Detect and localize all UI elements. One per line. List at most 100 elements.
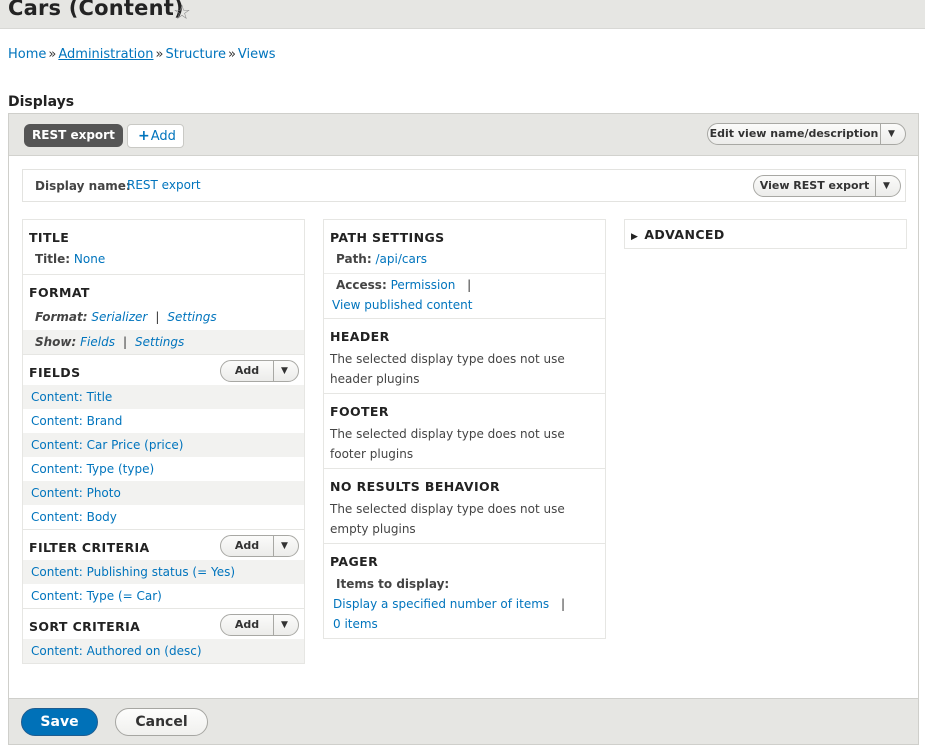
- filter-type-link[interactable]: Content: Type (= Car): [31, 589, 162, 603]
- sort-add-button[interactable]: Add ▼: [220, 614, 299, 636]
- pager-value-row: Display a specified number of items |: [324, 594, 605, 614]
- bucket-pager-heading: PAGER: [330, 554, 379, 569]
- field-item[interactable]: Content: Body: [23, 505, 304, 529]
- field-body-link[interactable]: Content: Body: [31, 510, 117, 524]
- field-item[interactable]: Content: Brand: [23, 409, 304, 433]
- sort-authored-link[interactable]: Content: Authored on (desc): [31, 644, 202, 658]
- field-item[interactable]: Content: Title: [23, 385, 304, 409]
- bucket-footer: FOOTER The selected display type does no…: [323, 393, 606, 468]
- breadcrumb-home[interactable]: Home: [8, 47, 46, 62]
- button-divider: [273, 361, 274, 381]
- bucket-header-heading: HEADER: [330, 329, 390, 344]
- title-row: Title: None: [23, 251, 304, 274]
- chevron-down-icon[interactable]: ▼: [281, 615, 288, 635]
- filter-add-button[interactable]: Add ▼: [220, 535, 299, 557]
- button-divider: [273, 536, 274, 556]
- view-published-content-link[interactable]: View published content: [332, 298, 472, 312]
- pager-type-link[interactable]: Display a specified number of items: [333, 597, 549, 611]
- footer-description: The selected display type does not use f…: [330, 427, 565, 461]
- advanced-toggle[interactable]: ▶ ADVANCED: [624, 219, 907, 249]
- pager-count-row: 0 items: [324, 614, 605, 638]
- star-icon[interactable]: ☆: [173, 0, 191, 24]
- tab-rest-export[interactable]: REST export: [24, 124, 123, 147]
- display-name-row: Display name: REST export View REST expo…: [22, 169, 906, 202]
- bucket-format: FORMAT Format: Serializer | Settings Show:…: [22, 274, 305, 354]
- column-third: ▶ ADVANCED: [624, 219, 907, 249]
- display-name-link[interactable]: REST export: [127, 178, 201, 192]
- form-actions-bar: Save Cancel: [9, 698, 918, 744]
- bucket-footer-heading: FOOTER: [330, 404, 389, 419]
- path-row: Path: /api/cars: [324, 251, 605, 274]
- bucket-path-heading: PATH SETTINGS: [330, 230, 445, 245]
- pipe-separator: |: [122, 335, 128, 349]
- view-rest-export-button[interactable]: View REST export ▼: [753, 175, 901, 197]
- breadcrumb-structure[interactable]: Structure: [165, 47, 225, 62]
- cancel-button[interactable]: Cancel: [115, 708, 208, 736]
- show-fields-link[interactable]: Fields: [80, 335, 115, 349]
- format-label: Format:: [35, 310, 88, 324]
- page-title: Cars (Content): [8, 0, 184, 20]
- bucket-path-settings: PATH SETTINGS Path: /api/cars Access: Pe…: [323, 219, 606, 318]
- column-second: PATH SETTINGS Path: /api/cars Access: Pe…: [323, 219, 606, 639]
- access-row: Access: Permission |: [324, 274, 605, 296]
- path-value-link[interactable]: /api/cars: [375, 252, 427, 266]
- format-serializer-link[interactable]: Serializer: [91, 310, 147, 324]
- path-label: Path:: [336, 252, 372, 266]
- show-settings-link[interactable]: Settings: [135, 335, 184, 349]
- breadcrumb-administration[interactable]: Administration: [58, 47, 153, 62]
- bucket-no-results-heading: NO RESULTS BEHAVIOR: [330, 479, 501, 494]
- title-value-link[interactable]: None: [74, 252, 105, 266]
- no-results-description: The selected display type does not use e…: [330, 502, 565, 536]
- chevron-down-icon[interactable]: ▼: [281, 536, 288, 556]
- chevron-down-icon[interactable]: ▼: [281, 361, 288, 381]
- access-permission-link[interactable]: Permission: [391, 278, 456, 292]
- bucket-title: TITLE Title: None: [22, 219, 305, 274]
- format-settings-link[interactable]: Settings: [167, 310, 216, 324]
- filter-published-link[interactable]: Content: Publishing status (= Yes): [31, 565, 235, 579]
- filter-item[interactable]: Content: Publishing status (= Yes): [23, 560, 304, 584]
- button-divider: [273, 615, 274, 635]
- filter-item[interactable]: Content: Type (= Car): [23, 584, 304, 608]
- pipe-separator: |: [561, 597, 566, 611]
- bucket-format-heading: FORMAT: [29, 285, 90, 300]
- chevron-down-icon[interactable]: ▼: [883, 176, 890, 196]
- bucket-header: HEADER The selected display type does no…: [323, 318, 606, 393]
- pager-items-row: Items to display:: [324, 574, 605, 594]
- field-item[interactable]: Content: Type (type): [23, 457, 304, 481]
- sort-add-label: Add: [234, 618, 260, 631]
- pipe-separator: |: [467, 278, 472, 292]
- breadcrumb-separator: »: [155, 47, 164, 62]
- access-detail-row: View published content: [324, 296, 605, 318]
- field-type-link[interactable]: Content: Type (type): [31, 462, 154, 476]
- breadcrumb-separator: »: [227, 47, 236, 62]
- add-display-label: Add: [150, 129, 176, 144]
- bucket-fields: FIELDS Add ▼ Content: Title Content: Bra…: [22, 354, 305, 529]
- access-label: Access:: [336, 278, 387, 292]
- display-tabs-bar: REST export +Add Edit view name/descript…: [9, 114, 918, 156]
- show-label: Show:: [35, 335, 77, 349]
- chevron-down-icon[interactable]: ▼: [888, 124, 895, 144]
- fields-add-button[interactable]: Add ▼: [220, 360, 299, 382]
- save-button[interactable]: Save: [21, 708, 98, 736]
- field-item[interactable]: Content: Car Price (price): [23, 433, 304, 457]
- field-item[interactable]: Content: Photo: [23, 481, 304, 505]
- bucket-pager: PAGER Items to display: Display a specif…: [323, 543, 606, 639]
- add-display-button[interactable]: +Add: [127, 124, 184, 148]
- field-brand-link[interactable]: Content: Brand: [31, 414, 122, 428]
- breadcrumb-views[interactable]: Views: [238, 47, 276, 62]
- button-divider: [875, 176, 876, 196]
- field-photo-link[interactable]: Content: Photo: [31, 486, 121, 500]
- edit-view-name-label: Edit view name/description: [709, 127, 879, 140]
- field-title-link[interactable]: Content: Title: [31, 390, 112, 404]
- pager-count-link[interactable]: 0 items: [333, 617, 378, 631]
- fields-add-label: Add: [234, 364, 260, 377]
- page-header: Cars (Content) ☆: [0, 0, 925, 29]
- edit-view-name-button[interactable]: Edit view name/description ▼: [707, 123, 906, 145]
- field-car-price-link[interactable]: Content: Car Price (price): [31, 438, 183, 452]
- display-name-label: Display name:: [35, 179, 131, 193]
- button-divider: [880, 124, 881, 144]
- advanced-label: ADVANCED: [644, 227, 725, 242]
- triangle-right-icon: ▶: [631, 232, 639, 242]
- sort-item[interactable]: Content: Authored on (desc): [23, 639, 304, 663]
- breadcrumb-separator: »: [48, 47, 57, 62]
